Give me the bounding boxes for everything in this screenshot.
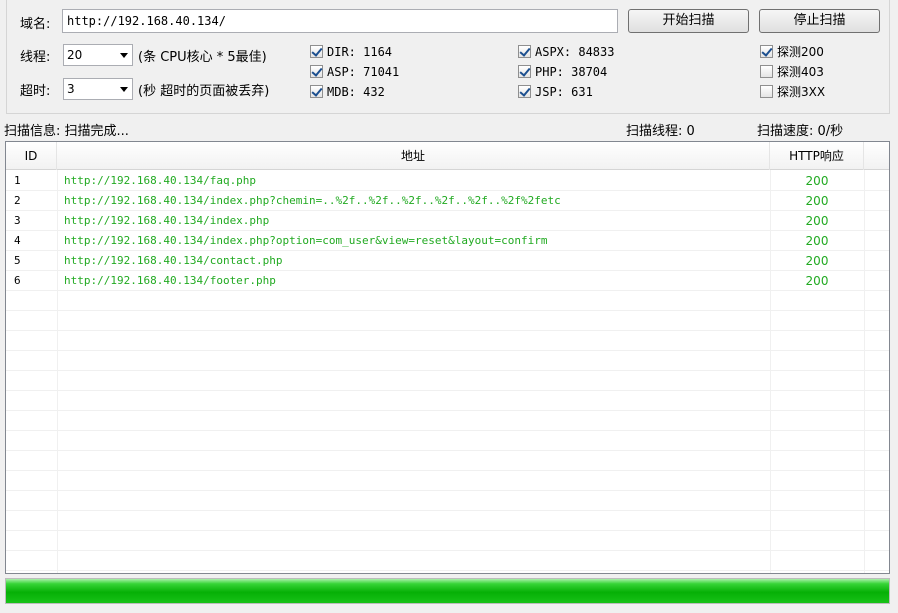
empty-row [6, 391, 889, 411]
timeout-value: 3 [67, 82, 75, 96]
detect-200-checkbox[interactable]: 探测200 [760, 43, 824, 61]
chevron-down-icon [120, 53, 128, 58]
row-url: http://192.168.40.134/index.php?chemin=.… [64, 194, 561, 207]
dict-asp-checkbox[interactable]: ASP: 71041 [310, 63, 399, 81]
row-id: 1 [14, 174, 21, 187]
domain-label: 域名: [20, 17, 51, 32]
table-row[interactable]: 4 http://192.168.40.134/index.php?option=… [6, 231, 889, 251]
row-url: http://192.168.40.134/contact.php [64, 254, 283, 267]
dict-asp-label: ASP: 71041 [327, 65, 400, 79]
dict-jsp-checkbox[interactable]: JSP: 631 [518, 83, 593, 101]
table-row[interactable]: 5 http://192.168.40.134/contact.php 200 [6, 251, 889, 271]
scan-info-status: 扫描信息: 扫描完成... [4, 124, 129, 139]
dict-jsp-label: JSP: 631 [535, 85, 593, 99]
table-row[interactable]: 2 http://192.168.40.134/index.php?chemin=… [6, 191, 889, 211]
checkbox-icon [518, 65, 531, 78]
domain-input[interactable]: http://192.168.40.134/ [62, 9, 618, 33]
scan-progress-bar [5, 578, 890, 604]
scan-progress-fill [6, 579, 889, 603]
dict-dir-checkbox[interactable]: DIR: 1164 [310, 43, 392, 61]
scan-speed-status: 扫描速度: 0/秒 [757, 124, 844, 139]
column-header-url[interactable]: 地址 [57, 142, 770, 170]
empty-row [6, 551, 889, 571]
row-id: 3 [14, 214, 21, 227]
chevron-down-icon [120, 87, 128, 92]
detect-403-label: 探测403 [777, 65, 824, 79]
empty-row [6, 331, 889, 351]
empty-row [6, 471, 889, 491]
row-http-code: 200 [805, 174, 829, 188]
dict-mdb-label: MDB: 432 [327, 85, 385, 99]
row-http-code: 200 [805, 214, 829, 228]
row-http-code: 200 [805, 194, 829, 208]
timeout-select[interactable]: 3 [63, 78, 133, 100]
table-row[interactable]: 6 http://192.168.40.134/footer.php 200 [6, 271, 889, 291]
empty-row [6, 291, 889, 311]
row-id: 5 [14, 254, 21, 267]
detect-200-label: 探测200 [777, 45, 824, 59]
stop-scan-button[interactable]: 停止扫描 [759, 9, 880, 33]
scan-threads-status: 扫描线程: 0 [626, 124, 695, 139]
table-row[interactable]: 3 http://192.168.40.134/index.php 200 [6, 211, 889, 231]
timeout-label: 超时: [20, 84, 51, 99]
empty-row [6, 531, 889, 551]
dict-aspx-label: ASPX: 84833 [535, 45, 615, 59]
row-id: 6 [14, 274, 21, 287]
empty-row [6, 371, 889, 391]
row-http-code: 200 [805, 254, 829, 268]
checkbox-icon [310, 45, 323, 58]
row-http-code: 200 [805, 234, 829, 248]
timeout-hint: (秒 超时的页面被丢弃) [138, 84, 270, 99]
checkbox-icon [518, 85, 531, 98]
threads-value: 20 [67, 48, 83, 62]
column-header-http-code[interactable]: HTTP响应 [770, 142, 864, 170]
dict-php-checkbox[interactable]: PHP: 38704 [518, 63, 607, 81]
table-header: ID 地址 HTTP响应 [6, 142, 889, 170]
checkbox-icon [760, 65, 773, 78]
table-row[interactable]: 1 http://192.168.40.134/faq.php 200 [6, 171, 889, 191]
start-scan-button[interactable]: 开始扫描 [628, 9, 749, 33]
row-id: 4 [14, 234, 21, 247]
empty-row [6, 511, 889, 531]
detect-3xx-label: 探测3XX [777, 85, 826, 99]
empty-row [6, 351, 889, 371]
row-http-code: 200 [805, 274, 829, 288]
row-url: http://192.168.40.134/footer.php [64, 274, 276, 287]
results-table[interactable]: ID 地址 HTTP响应 1 http://192.168.40.134/faq.… [5, 141, 890, 574]
row-url: http://192.168.40.134/faq.php [64, 174, 257, 187]
detect-3xx-checkbox[interactable]: 探测3XX [760, 83, 825, 101]
checkbox-icon [760, 45, 773, 58]
threads-hint: (条 CPU核心 * 5最佳) [138, 50, 267, 65]
column-header-id[interactable]: ID [6, 142, 57, 170]
checkbox-icon [310, 85, 323, 98]
dict-dir-label: DIR: 1164 [327, 45, 393, 59]
dict-php-label: PHP: 38704 [535, 65, 608, 79]
checkbox-icon [518, 45, 531, 58]
empty-row [6, 451, 889, 471]
threads-label: 线程: [20, 50, 51, 65]
empty-row [6, 491, 889, 511]
row-url: http://192.168.40.134/index.php [64, 214, 270, 227]
empty-row [6, 411, 889, 431]
dict-aspx-checkbox[interactable]: ASPX: 84833 [518, 43, 614, 61]
row-id: 2 [14, 194, 21, 207]
threads-select[interactable]: 20 [63, 44, 133, 66]
dict-mdb-checkbox[interactable]: MDB: 432 [310, 83, 385, 101]
empty-row [6, 311, 889, 331]
checkbox-icon [760, 85, 773, 98]
row-url: http://192.168.40.134/index.php?option=c… [64, 234, 548, 247]
empty-row [6, 431, 889, 451]
detect-403-checkbox[interactable]: 探测403 [760, 63, 824, 81]
checkbox-icon [310, 65, 323, 78]
